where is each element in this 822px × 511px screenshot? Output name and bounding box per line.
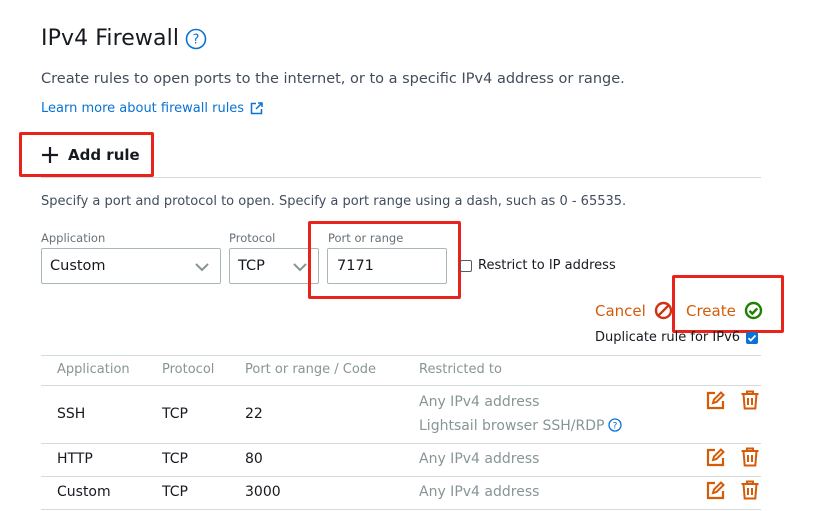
cell-restricted: Any IPv4 address bbox=[419, 394, 540, 410]
edit-icon[interactable] bbox=[706, 481, 725, 500]
learn-more-label: Learn more about firewall rules bbox=[41, 101, 245, 116]
cell-application: Custom bbox=[57, 484, 111, 500]
external-link-icon bbox=[250, 102, 263, 115]
protocol-value: TCP bbox=[238, 258, 265, 274]
trash-icon[interactable] bbox=[740, 447, 760, 467]
cell-restricted: Any IPv4 address bbox=[419, 484, 540, 500]
cell-protocol: TCP bbox=[162, 451, 188, 467]
cell-application: HTTP bbox=[57, 451, 93, 467]
learn-more-link[interactable]: Learn more about firewall rules bbox=[41, 101, 263, 116]
lightsail-ssh-label: Lightsail browser SSH/RDP bbox=[419, 418, 605, 434]
restrict-ip-checkbox[interactable] bbox=[460, 259, 472, 272]
page-description: Create rules to open ports to the intern… bbox=[41, 71, 625, 87]
cell-port: 22 bbox=[245, 406, 263, 422]
duplicate-ipv6-label: Duplicate rule for IPv6 bbox=[595, 330, 741, 345]
checkmark-icon bbox=[747, 334, 757, 342]
page-title: IPv4 Firewall bbox=[41, 26, 180, 51]
divider bbox=[41, 355, 761, 356]
restrict-ip-label: Restrict to IP address bbox=[478, 258, 616, 273]
port-label: Port or range bbox=[328, 231, 404, 245]
cancel-label: Cancel bbox=[595, 301, 646, 320]
title-row: IPv4 Firewall ? bbox=[41, 26, 207, 51]
column-header-port: Port or range / Code bbox=[245, 362, 377, 377]
help-icon[interactable]: ? bbox=[608, 418, 623, 432]
application-label: Application bbox=[41, 231, 106, 245]
cell-protocol: TCP bbox=[162, 484, 188, 500]
cell-protocol: TCP bbox=[162, 406, 188, 422]
add-rule-button[interactable]: Add rule bbox=[40, 145, 140, 165]
plus-icon bbox=[42, 147, 58, 163]
restrict-ip-option[interactable]: Restrict to IP address bbox=[460, 258, 616, 273]
svg-text:?: ? bbox=[193, 32, 200, 47]
application-value: Custom bbox=[50, 258, 106, 274]
divider bbox=[41, 385, 761, 386]
duplicate-ipv6-checkbox[interactable] bbox=[746, 331, 759, 344]
cancel-button[interactable]: Cancel bbox=[595, 301, 673, 320]
divider bbox=[41, 509, 761, 510]
protocol-select[interactable]: TCP bbox=[229, 248, 319, 284]
add-rule-label: Add rule bbox=[68, 146, 140, 164]
edit-icon[interactable] bbox=[706, 448, 725, 467]
cancel-icon bbox=[654, 301, 673, 320]
duplicate-ipv6-option[interactable]: Duplicate rule for IPv6 bbox=[595, 330, 759, 345]
cell-application: SSH bbox=[57, 406, 86, 422]
column-header-protocol: Protocol bbox=[162, 362, 215, 377]
chevron-down-icon bbox=[293, 263, 307, 272]
help-icon[interactable]: ? bbox=[185, 28, 207, 50]
divider bbox=[41, 476, 761, 477]
create-button[interactable]: Create bbox=[686, 301, 763, 320]
column-header-application: Application bbox=[57, 362, 130, 377]
check-circle-icon bbox=[744, 301, 763, 320]
port-input[interactable] bbox=[327, 248, 447, 284]
protocol-label: Protocol bbox=[229, 231, 276, 245]
port-hint: Specify a port and protocol to open. Spe… bbox=[41, 194, 627, 209]
divider bbox=[41, 443, 761, 444]
column-header-restricted: Restricted to bbox=[419, 362, 502, 377]
trash-icon[interactable] bbox=[740, 480, 760, 500]
application-select[interactable]: Custom bbox=[41, 248, 221, 284]
edit-icon[interactable] bbox=[706, 391, 725, 410]
create-label: Create bbox=[686, 301, 736, 320]
chevron-down-icon bbox=[195, 263, 209, 272]
cell-port: 80 bbox=[245, 451, 263, 467]
trash-icon[interactable] bbox=[740, 390, 760, 410]
cell-restricted-extra: Lightsail browser SSH/RDP ? bbox=[419, 418, 623, 434]
svg-text:?: ? bbox=[613, 422, 618, 432]
cell-restricted: Any IPv4 address bbox=[419, 451, 540, 467]
divider bbox=[41, 177, 761, 178]
cell-port: 3000 bbox=[245, 484, 281, 500]
